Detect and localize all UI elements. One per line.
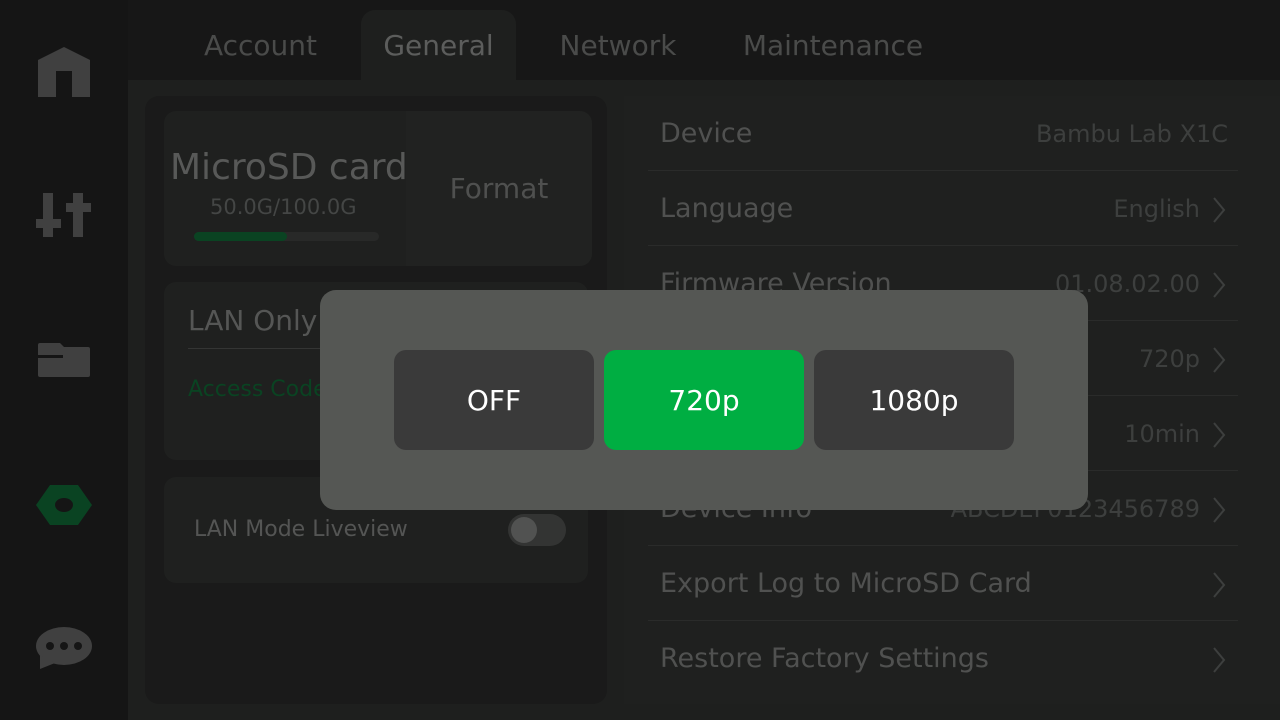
access-code-label: Access Code [188, 377, 327, 402]
storage-title: MicroSD card [170, 147, 408, 188]
chevron-right-icon [1213, 197, 1226, 223]
storage-card: MicroSD card 50.0G/100.0G Format [164, 111, 592, 266]
settings-row-label: Language [660, 193, 794, 224]
settings-row-label: Export Log to MicroSD Card [660, 568, 1032, 599]
liveview-toggle[interactable] [508, 514, 566, 546]
chevron-right-icon [1213, 647, 1226, 673]
chevron-right-icon [1213, 422, 1226, 448]
sliders-icon[interactable] [34, 185, 94, 245]
toggle-knob [511, 517, 537, 543]
format-button[interactable]: Format [406, 111, 592, 266]
option-1080p[interactable]: 1080p [814, 350, 1014, 450]
settings-row-value: 10min [1124, 420, 1200, 448]
chevron-right-icon [1213, 347, 1226, 373]
tab-account[interactable]: Account [173, 10, 348, 80]
folder-icon[interactable] [34, 330, 94, 390]
liveview-label: LAN Mode Liveview [194, 517, 408, 542]
chat-icon[interactable] [34, 618, 94, 678]
tab-bar: Account General Network Maintenance [128, 0, 1280, 80]
settings-row[interactable]: Language English [648, 171, 1238, 246]
resolution-modal: OFF 720p 1080p [320, 290, 1088, 510]
settings-row[interactable]: Device Bambu Lab X1C [648, 96, 1238, 171]
option-720p[interactable]: 720p [604, 350, 804, 450]
lan-only-title: LAN Only [188, 304, 318, 337]
tab-maintenance[interactable]: Maintenance [728, 10, 938, 80]
settings-row-value: 720p [1138, 345, 1200, 373]
tab-network[interactable]: Network [528, 10, 708, 80]
settings-row-value: English [1113, 195, 1200, 223]
chevron-right-icon [1213, 272, 1226, 298]
storage-usage: 50.0G/100.0G [210, 195, 357, 219]
storage-progress [194, 232, 379, 241]
tab-general[interactable]: General [361, 10, 516, 80]
home-icon[interactable] [34, 42, 94, 102]
chevron-right-icon [1213, 572, 1226, 598]
settings-nut-icon[interactable] [34, 475, 94, 535]
settings-row-label: Device [660, 118, 753, 149]
settings-row-value: Bambu Lab X1C [1035, 120, 1228, 148]
settings-row-label: Restore Factory Settings [660, 643, 989, 674]
sidebar [0, 0, 128, 720]
chevron-right-icon [1213, 497, 1226, 523]
settings-row[interactable]: Export Log to MicroSD Card [648, 546, 1238, 621]
settings-row[interactable]: Restore Factory Settings [648, 621, 1238, 696]
option-off[interactable]: OFF [394, 350, 594, 450]
